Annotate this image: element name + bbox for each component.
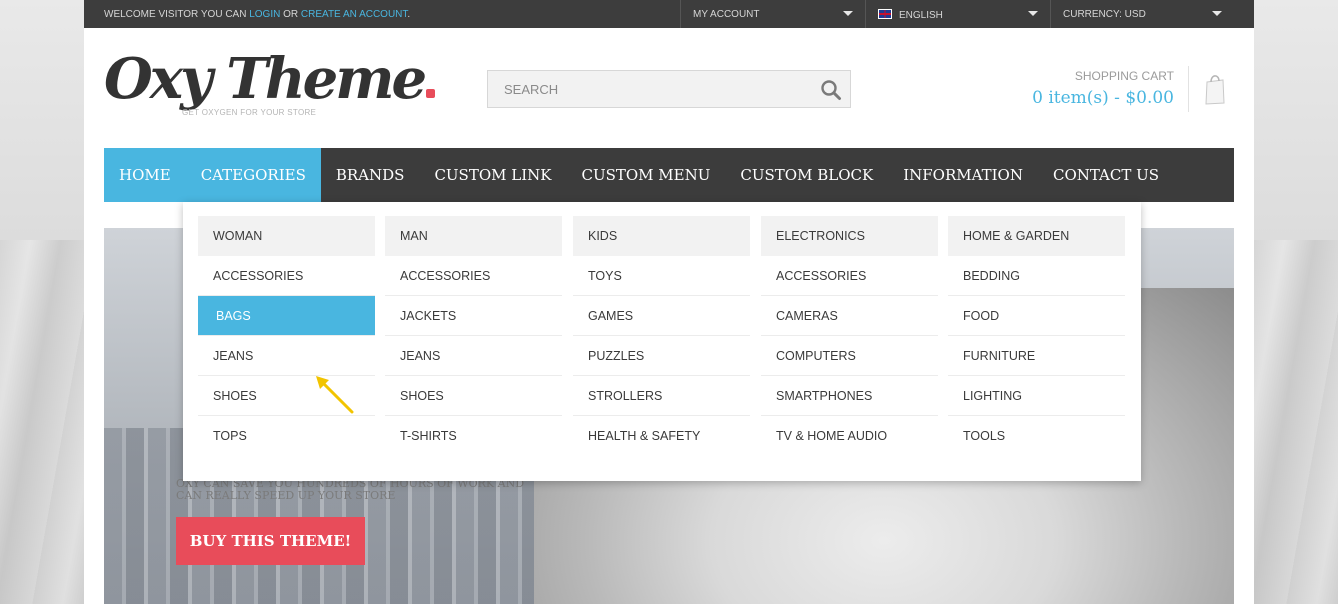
mega-column-head[interactable]: KIDS xyxy=(573,216,750,256)
mega-item[interactable]: BEDDING xyxy=(948,256,1125,296)
mega-column-woman: WOMAN ACCESSORIES BAGS JEANS SHOES TOPS xyxy=(198,216,375,456)
mega-item[interactable]: HEALTH & SAFETY xyxy=(573,416,750,456)
mega-item[interactable]: PUZZLES xyxy=(573,336,750,376)
top-bar: WELCOME VISITOR YOU CAN LOGIN OR CREATE … xyxy=(84,0,1254,28)
mega-item[interactable]: GAMES xyxy=(573,296,750,336)
cart-label: SHOPPING CART xyxy=(1074,69,1174,83)
mega-item[interactable]: TV & HOME AUDIO xyxy=(761,416,938,456)
logo-tagline: GET OXYGEN FOR YOUR STORE xyxy=(182,108,317,117)
mega-item[interactable]: TOYS xyxy=(573,256,750,296)
mega-column-head[interactable]: MAN xyxy=(385,216,562,256)
mega-item[interactable]: ACCESSORIES xyxy=(198,256,375,296)
currency-dropdown[interactable]: CURRENCY: USD xyxy=(1050,0,1234,28)
my-account-dropdown[interactable]: MY ACCOUNT xyxy=(680,0,865,28)
chevron-down-icon xyxy=(1028,11,1038,16)
mega-item[interactable]: SMARTPHONES xyxy=(761,376,938,416)
mega-item[interactable]: JACKETS xyxy=(385,296,562,336)
mega-item[interactable]: TOOLS xyxy=(948,416,1125,456)
language-dropdown[interactable]: ENGLISH xyxy=(865,0,1050,28)
cart-total[interactable]: 0 item(s) - $0.00 xyxy=(1032,88,1174,108)
mega-column-kids: KIDS TOYS GAMES PUZZLES STROLLERS HEALTH… xyxy=(573,216,750,456)
mega-item[interactable]: CAMERAS xyxy=(761,296,938,336)
create-account-link[interactable]: CREATE AN ACCOUNT xyxy=(301,9,408,20)
mega-column-man: MAN ACCESSORIES JACKETS JEANS SHOES T-SH… xyxy=(385,216,562,456)
mega-column-home-garden: HOME & GARDEN BEDDING FOOD FURNITURE LIG… xyxy=(948,216,1125,456)
logo-wordmark: Oxy Theme xyxy=(104,46,427,112)
logo-dot xyxy=(426,89,436,98)
nav-item-custom-link[interactable]: CUSTOM LINK xyxy=(419,148,566,202)
mega-column-head[interactable]: ELECTRONICS xyxy=(761,216,938,256)
shopping-bag-icon[interactable] xyxy=(1204,70,1226,106)
categories-mega-menu: WOMAN ACCESSORIES BAGS JEANS SHOES TOPS … xyxy=(183,202,1141,481)
nav-item-home[interactable]: HOME xyxy=(104,148,186,202)
search-input[interactable] xyxy=(488,71,808,107)
mega-item[interactable]: JEANS xyxy=(198,336,375,376)
annotation-arrow-icon xyxy=(312,372,356,416)
language-label: ENGLISH xyxy=(899,10,943,21)
mega-item[interactable]: ACCESSORIES xyxy=(385,256,562,296)
welcome-message: WELCOME VISITOR YOU CAN LOGIN OR CREATE … xyxy=(104,9,410,20)
welcome-or: OR xyxy=(283,9,299,20)
search-icon[interactable] xyxy=(820,79,842,101)
mega-item[interactable]: FOOD xyxy=(948,296,1125,336)
mega-item[interactable]: JEANS xyxy=(385,336,562,376)
mega-item[interactable]: FURNITURE xyxy=(948,336,1125,376)
search-box xyxy=(487,70,851,108)
nav-item-categories[interactable]: CATEGORIES xyxy=(185,148,321,202)
mega-item-highlighted[interactable]: BAGS xyxy=(198,296,375,336)
my-account-label: MY ACCOUNT xyxy=(693,9,760,20)
nav-item-brands[interactable]: BRANDS xyxy=(321,148,420,202)
mega-item[interactable]: COMPUTERS xyxy=(761,336,938,376)
main-nav: HOME CATEGORIES BRANDS CUSTOM LINK CUSTO… xyxy=(104,148,1234,202)
chevron-down-icon xyxy=(843,11,853,16)
mega-item[interactable]: TOPS xyxy=(198,416,375,456)
mega-item[interactable]: STROLLERS xyxy=(573,376,750,416)
site-logo[interactable]: Oxy Theme GET OXYGEN FOR YOUR STORE xyxy=(104,44,436,120)
mega-item[interactable]: SHOES xyxy=(385,376,562,416)
welcome-prefix: WELCOME VISITOR YOU CAN xyxy=(104,9,247,20)
logo-text: Oxy Theme xyxy=(104,44,436,114)
mega-item[interactable]: LIGHTING xyxy=(948,376,1125,416)
cart-divider xyxy=(1188,66,1189,112)
nav-item-custom-block[interactable]: CUSTOM BLOCK xyxy=(725,148,888,202)
mega-item[interactable]: T-SHIRTS xyxy=(385,416,562,456)
login-link[interactable]: LOGIN xyxy=(249,9,280,20)
nav-item-information[interactable]: INFORMATION xyxy=(888,148,1038,202)
chevron-down-icon xyxy=(1212,11,1222,16)
mega-column-head[interactable]: WOMAN xyxy=(198,216,375,256)
mega-column-head[interactable]: HOME & GARDEN xyxy=(948,216,1125,256)
welcome-suffix: . xyxy=(407,9,411,20)
buy-theme-button[interactable]: BUY THIS THEME! xyxy=(176,517,365,565)
mega-item[interactable]: ACCESSORIES xyxy=(761,256,938,296)
uk-flag-icon xyxy=(878,9,892,19)
nav-item-contact-us[interactable]: CONTACT US xyxy=(1038,148,1174,202)
hero-tagline: OXY CAN SAVE YOU HUNDREDS OF HOURS OF WO… xyxy=(176,477,525,502)
mega-column-electronics: ELECTRONICS ACCESSORIES CAMERAS COMPUTER… xyxy=(761,216,938,456)
nav-item-custom-menu[interactable]: CUSTOM MENU xyxy=(566,148,725,202)
currency-label: CURRENCY: USD xyxy=(1063,9,1146,20)
